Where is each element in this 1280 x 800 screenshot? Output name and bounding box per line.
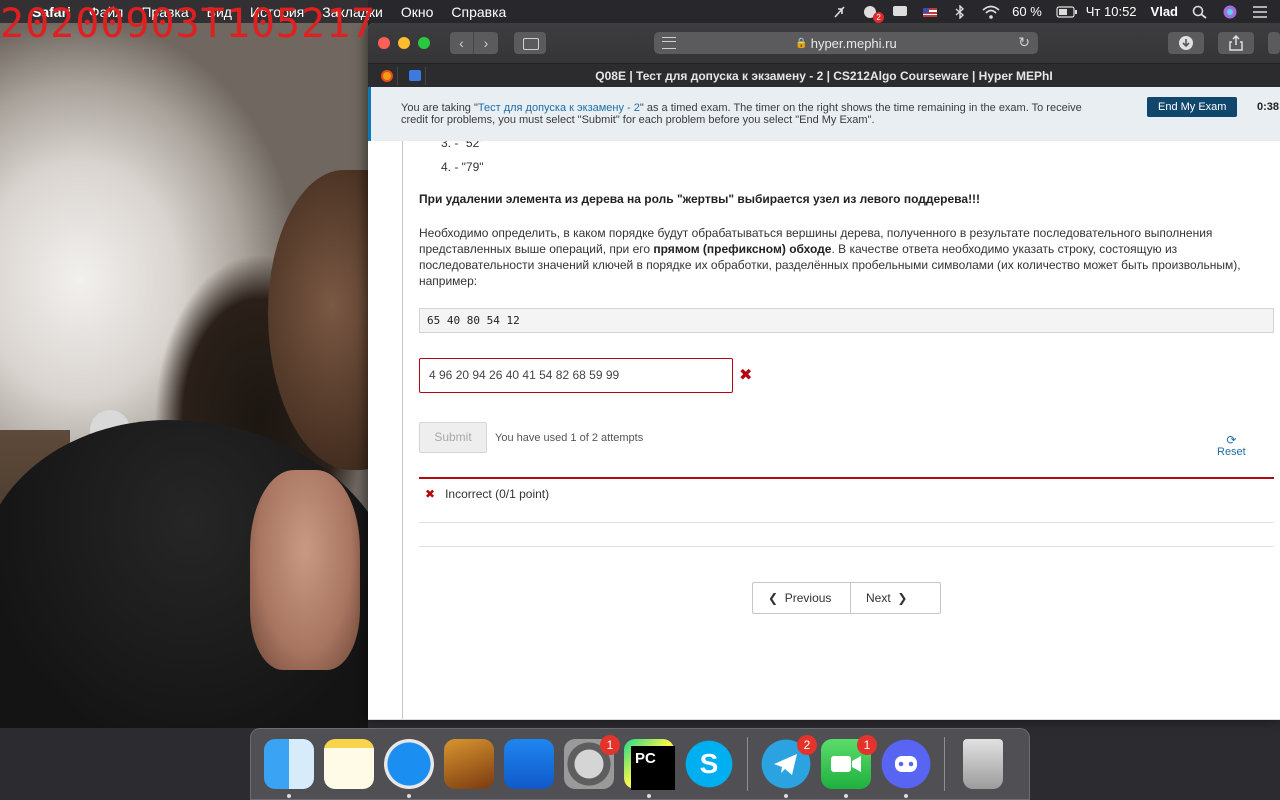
fullscreen-window-button[interactable] (418, 37, 430, 49)
notes-icon[interactable] (324, 739, 374, 789)
divider (419, 546, 1274, 547)
previous-label: Previous (784, 591, 832, 605)
chevron-right-icon: ❯ (897, 591, 908, 605)
timed-exam-banner: You are taking "Тест для допуска к экзам… (368, 87, 1280, 141)
webcam-feed (0, 0, 368, 728)
notification-center-icon[interactable] (1252, 5, 1268, 19)
banner-text-start: You are taking " (401, 102, 478, 114)
chat-icon[interactable] (892, 5, 908, 19)
dock-separator (747, 737, 748, 791)
discord-icon[interactable] (881, 739, 931, 798)
wifi-icon[interactable] (982, 5, 1000, 19)
sidebar-toggle-button[interactable] (514, 32, 546, 54)
dock-separator (944, 737, 945, 791)
system-preferences-icon[interactable]: 1 (564, 735, 620, 789)
example-answer: 65 40 80 54 12 (419, 308, 1274, 333)
spotlight-search-icon[interactable] (1192, 5, 1208, 19)
siri-icon[interactable] (1222, 5, 1238, 19)
tab-bar: Q08E | Тест для допуска к экзамену - 2 |… (368, 63, 1280, 87)
reset-button[interactable]: ⟳ Reset (1217, 434, 1246, 458)
forward-button[interactable]: › (474, 32, 498, 54)
reset-label: Reset (1217, 446, 1246, 458)
result-status: ✖ Incorrect (0/1 point) (425, 487, 549, 501)
reset-icon: ⟳ (1226, 433, 1237, 447)
deletion-rule-note: При удалении элемента из дерева на роль … (419, 192, 981, 206)
webcam-person-hand (250, 470, 360, 670)
incorrect-icon: ✖ (739, 367, 753, 384)
tab-title[interactable]: Q08E | Тест для допуска к экзамену - 2 |… (368, 69, 1280, 83)
notification-badge: 2 (873, 11, 885, 23)
recording-timestamp: 20200903T105217 (0, 1, 377, 47)
reload-icon[interactable]: ↻ (1018, 34, 1030, 51)
next-label: Next (866, 591, 891, 605)
sysprefs-badge: 1 (600, 735, 620, 755)
footer-divider (368, 719, 1280, 720)
favorite-weather-icon[interactable] (376, 66, 398, 85)
problem-description: Необходимо определить, в каком порядке б… (419, 225, 1269, 289)
submit-button[interactable]: Submit (419, 422, 487, 453)
toolbar: ‹ › 🔒 hyper.mephi.ru ↻ (368, 23, 1280, 63)
pycharm-icon[interactable] (624, 739, 675, 798)
chevron-left-icon: ❮ (768, 591, 779, 605)
exam-timer: 0:38: (1257, 101, 1280, 113)
finder-icon[interactable] (264, 739, 314, 798)
next-button[interactable]: Next ❯ (851, 583, 940, 613)
bluetooth-icon[interactable] (952, 3, 968, 20)
answer-input[interactable]: 4 96 20 94 26 40 41 54 82 68 59 99 (419, 358, 733, 393)
result-divider (419, 477, 1274, 479)
telegram-badge: 2 (797, 735, 817, 755)
tab-overview-button[interactable] (1268, 32, 1280, 54)
page-content: You are taking "Тест для допуска к экзам… (368, 87, 1280, 720)
battery-icon[interactable] (1056, 5, 1077, 19)
list-item: 4. - "79" (441, 160, 484, 174)
exam-banner-message: You are taking "Тест для допуска к экзам… (401, 102, 1101, 126)
notification-app-icon[interactable]: 2 (862, 5, 885, 23)
end-exam-button[interactable]: End My Exam (1147, 97, 1238, 117)
reader-view-icon[interactable] (662, 37, 676, 49)
downloads-button[interactable] (1168, 32, 1204, 54)
exam-link[interactable]: Тест для допуска к экзамену - 2 (478, 102, 640, 114)
close-window-button[interactable] (378, 37, 390, 49)
facetime-badge: 1 (857, 735, 877, 755)
xcode-icon[interactable] (504, 739, 554, 789)
minimize-window-button[interactable] (398, 37, 410, 49)
battery-percent[interactable]: 60 % (1012, 4, 1042, 19)
facetime-icon[interactable]: 1 (821, 735, 877, 798)
menu-help[interactable]: Справка (451, 4, 506, 20)
result-text: Incorrect (0/1 point) (445, 487, 550, 501)
problem-panel: 3. - "52" 4. - "79" При удалении элемент… (402, 136, 1280, 720)
mute-icon[interactable] (832, 5, 848, 19)
trash-icon[interactable] (963, 739, 1003, 789)
safari-window: ‹ › 🔒 hyper.mephi.ru ↻ Q08E | Тест для д… (368, 23, 1280, 720)
incorrect-status-icon: ✖ (425, 487, 436, 501)
sequence-navigation: ❮ Previous Next ❯ (752, 582, 941, 614)
skype-icon[interactable] (684, 739, 734, 789)
favorite-messages-icon[interactable] (404, 66, 426, 85)
webcam-person-head (268, 170, 368, 470)
menubar-clock[interactable]: Чт 10:52 (1086, 4, 1137, 19)
address-bar[interactable]: 🔒 hyper.mephi.ru ↻ (654, 32, 1038, 54)
divider (419, 522, 1274, 523)
share-button[interactable] (1218, 32, 1254, 54)
lock-icon: 🔒 (795, 37, 808, 49)
menu-window[interactable]: Окно (401, 4, 434, 20)
back-button[interactable]: ‹ (450, 32, 474, 54)
garageband-icon[interactable] (444, 739, 494, 789)
telegram-icon[interactable]: 2 (761, 735, 817, 798)
desc-bold: прямом (префиксном) обходе (653, 242, 832, 256)
menubar-user[interactable]: Vlad (1151, 4, 1178, 19)
previous-button[interactable]: ❮ Previous (753, 583, 851, 613)
address-url: hyper.mephi.ru (810, 35, 897, 51)
input-flag-icon[interactable] (922, 5, 938, 19)
safari-icon[interactable] (384, 739, 434, 798)
dock: 1 2 1 (250, 728, 1030, 800)
attempts-counter: You have used 1 of 2 attempts (495, 432, 644, 444)
